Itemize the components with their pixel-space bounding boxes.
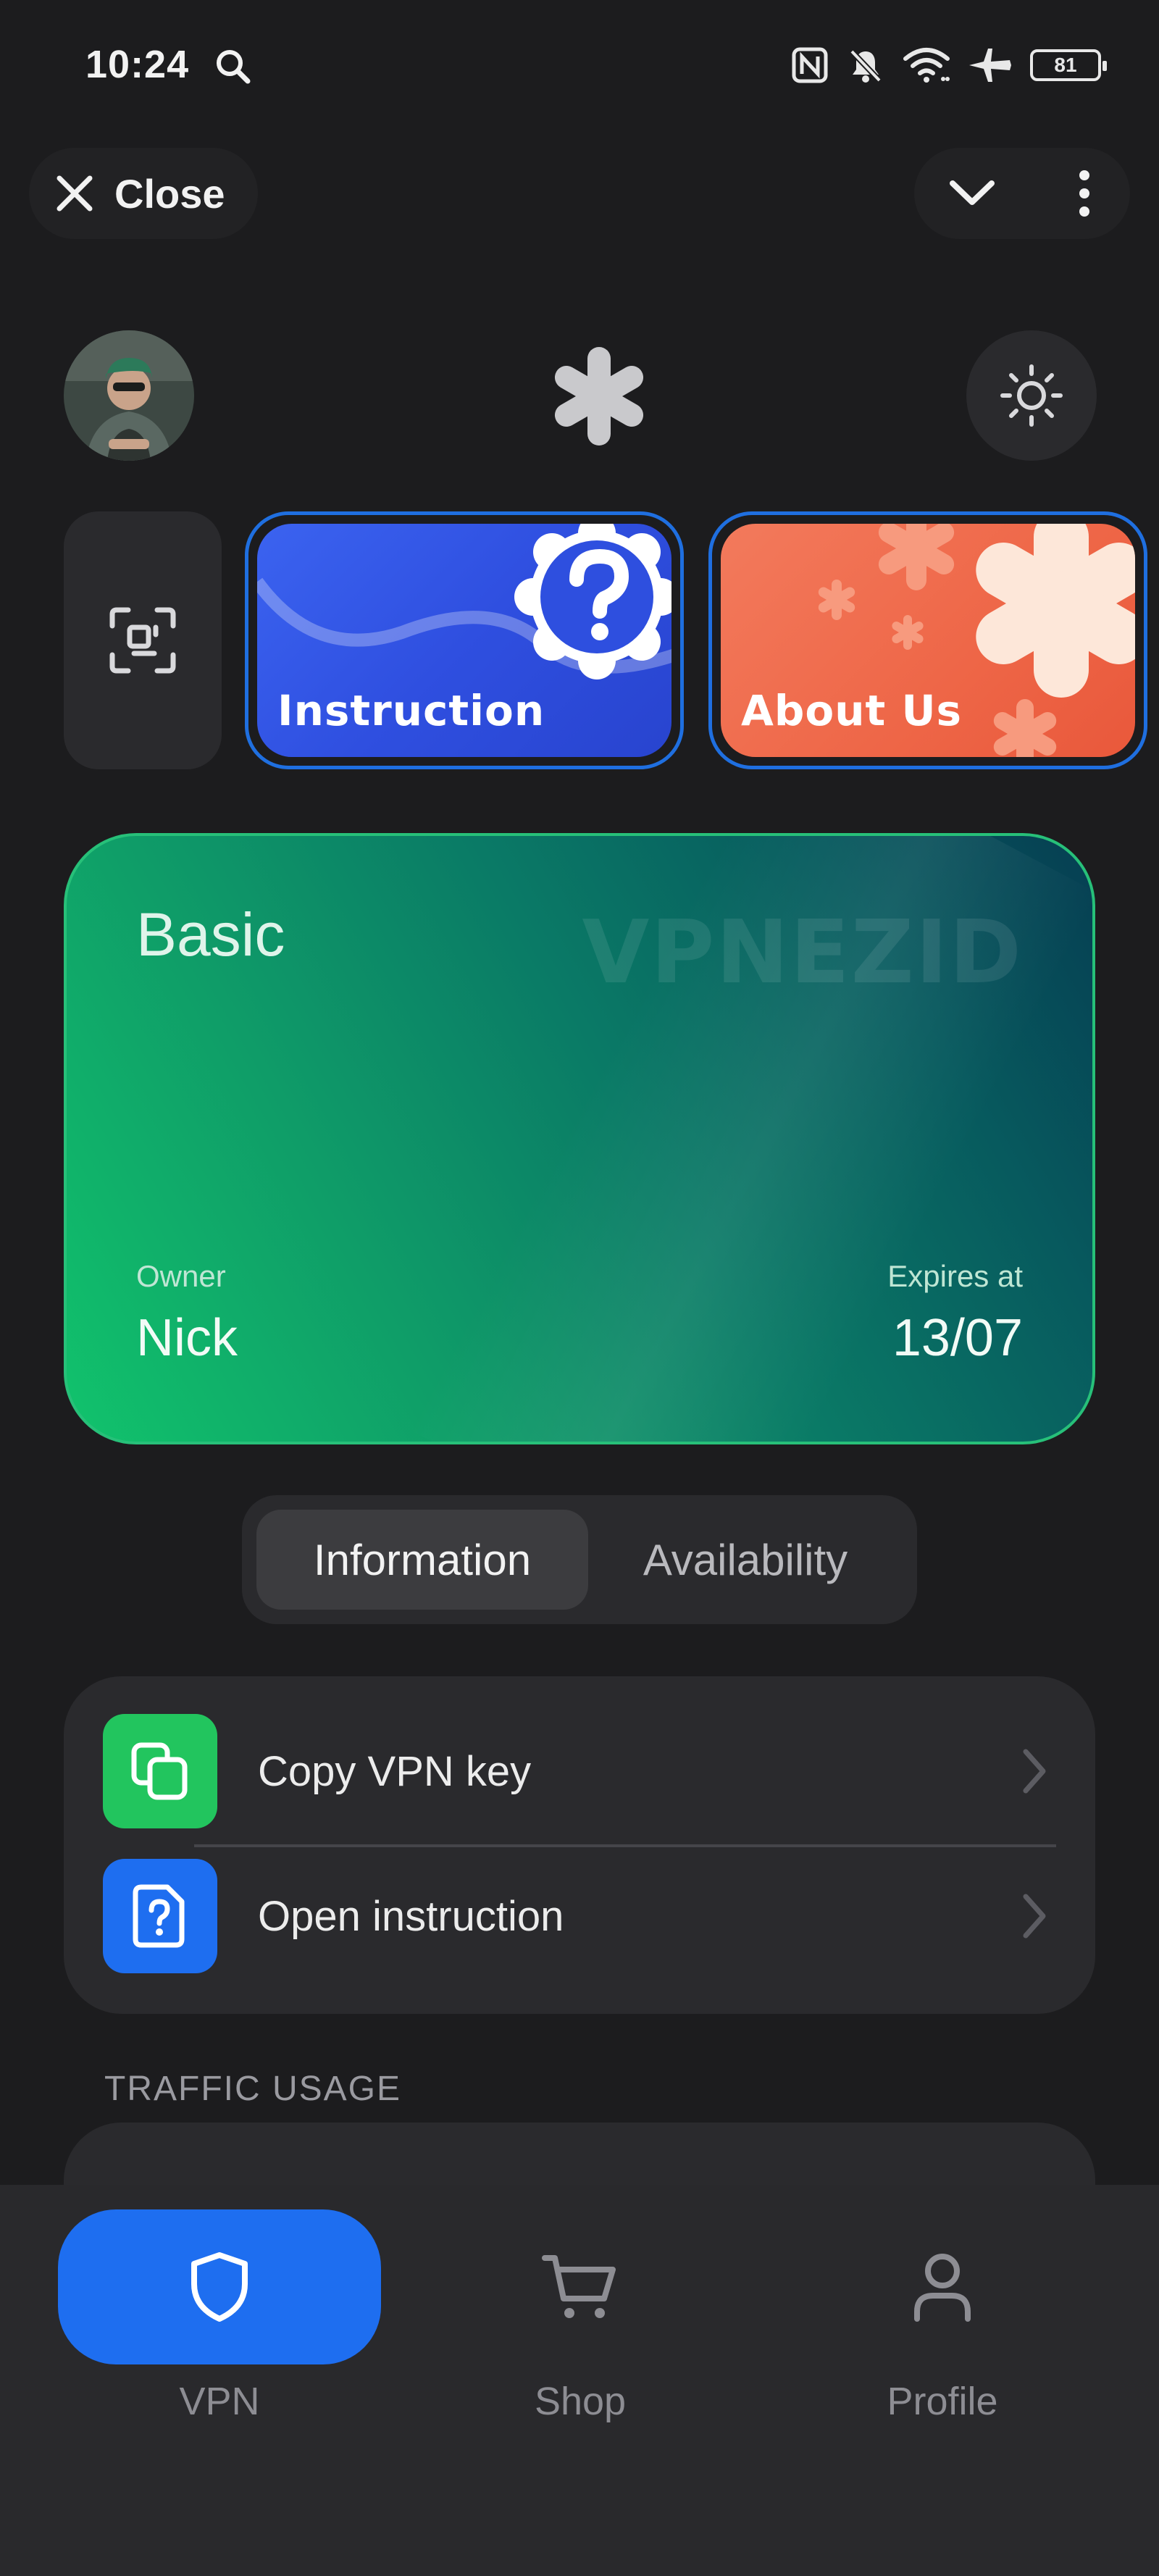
search-icon — [217, 50, 251, 84]
copy-icon — [131, 1742, 188, 1800]
copy-vpn-key-row[interactable]: Copy VPN key — [103, 1714, 1056, 1828]
owner-value: Nick — [136, 1309, 238, 1367]
cart-icon — [542, 2255, 616, 2318]
user-icon — [914, 2254, 971, 2322]
muted-bell-icon — [850, 49, 882, 83]
airplane-icon — [969, 49, 1011, 82]
question-badge-icon — [514, 524, 671, 679]
chevron-right-icon — [1013, 1887, 1056, 1945]
nav-shop[interactable]: Shop — [419, 2185, 737, 2475]
owner-label: Owner — [136, 1259, 226, 1293]
tab-information[interactable]: Information — [256, 1510, 588, 1610]
battery-level: 81 — [1054, 54, 1077, 76]
status-icons: 81 — [791, 43, 1107, 87]
open-instruction-row[interactable]: Open instruction — [103, 1859, 1056, 1973]
theme-toggle-button[interactable] — [966, 330, 1097, 461]
sun-icon — [1000, 364, 1063, 427]
row-divider — [194, 1844, 1056, 1847]
nav-profile-label: Profile — [887, 2380, 998, 2423]
expires-label: Expires at — [887, 1259, 1023, 1293]
tab-availability[interactable]: Availability — [588, 1510, 903, 1610]
asterisk-logo-icon — [554, 347, 644, 446]
help-document-icon — [133, 1884, 185, 1948]
avatar-photo — [64, 330, 194, 461]
more-vertical-icon — [1079, 170, 1089, 217]
copy-vpn-key-label: Copy VPN key — [258, 1747, 532, 1795]
top-right-controls — [914, 148, 1130, 239]
info-tabs: Information Availability — [242, 1495, 917, 1624]
shield-icon — [191, 2252, 248, 2322]
open-instruction-label: Open instruction — [258, 1892, 564, 1940]
wifi-icon — [903, 48, 950, 83]
about-us-card-label: About Us — [741, 686, 963, 735]
close-button[interactable]: Close — [29, 148, 258, 239]
traffic-usage-header: TRAFFIC USAGE — [104, 2070, 402, 2108]
status-bar: 10:24 81 — [0, 0, 1159, 138]
plan-name: Basic — [136, 900, 285, 969]
asterisk-icon — [976, 524, 1135, 698]
instruction-card[interactable]: Instruction — [245, 511, 684, 769]
bottom-navigation: VPN Shop Profile — [0, 2185, 1159, 2576]
about-us-card-body: About Us — [721, 524, 1135, 757]
copy-icon-tile — [103, 1714, 217, 1828]
expires-value: 13/07 — [892, 1309, 1023, 1367]
scan-qr-icon — [109, 607, 176, 674]
nav-vpn[interactable]: VPN — [58, 2185, 381, 2475]
nfc-icon — [792, 47, 828, 83]
nav-profile[interactable]: Profile — [781, 2185, 1100, 2475]
scan-button[interactable] — [64, 511, 222, 769]
instruction-card-body: Instruction — [257, 524, 671, 757]
subscription-card[interactable]: Basic VPNEZID Owner Nick Expires at 13/0… — [64, 833, 1095, 1444]
battery-icon: 81 — [1030, 49, 1107, 81]
collapse-button[interactable] — [943, 168, 1001, 219]
about-us-card[interactable]: About Us — [708, 511, 1147, 769]
status-time: 10:24 — [85, 43, 190, 86]
nav-vpn-label: VPN — [179, 2380, 260, 2423]
brand-watermark: VPNEZID — [582, 903, 1023, 1003]
close-label: Close — [114, 170, 225, 217]
instruction-card-label: Instruction — [277, 686, 545, 735]
chevron-down-icon — [950, 180, 995, 205]
avatar[interactable] — [64, 330, 194, 461]
close-icon — [57, 175, 93, 212]
help-icon-tile — [103, 1859, 217, 1973]
more-options-button[interactable] — [1059, 168, 1110, 219]
nav-shop-label: Shop — [534, 2380, 627, 2423]
chevron-right-icon — [1013, 1742, 1056, 1800]
